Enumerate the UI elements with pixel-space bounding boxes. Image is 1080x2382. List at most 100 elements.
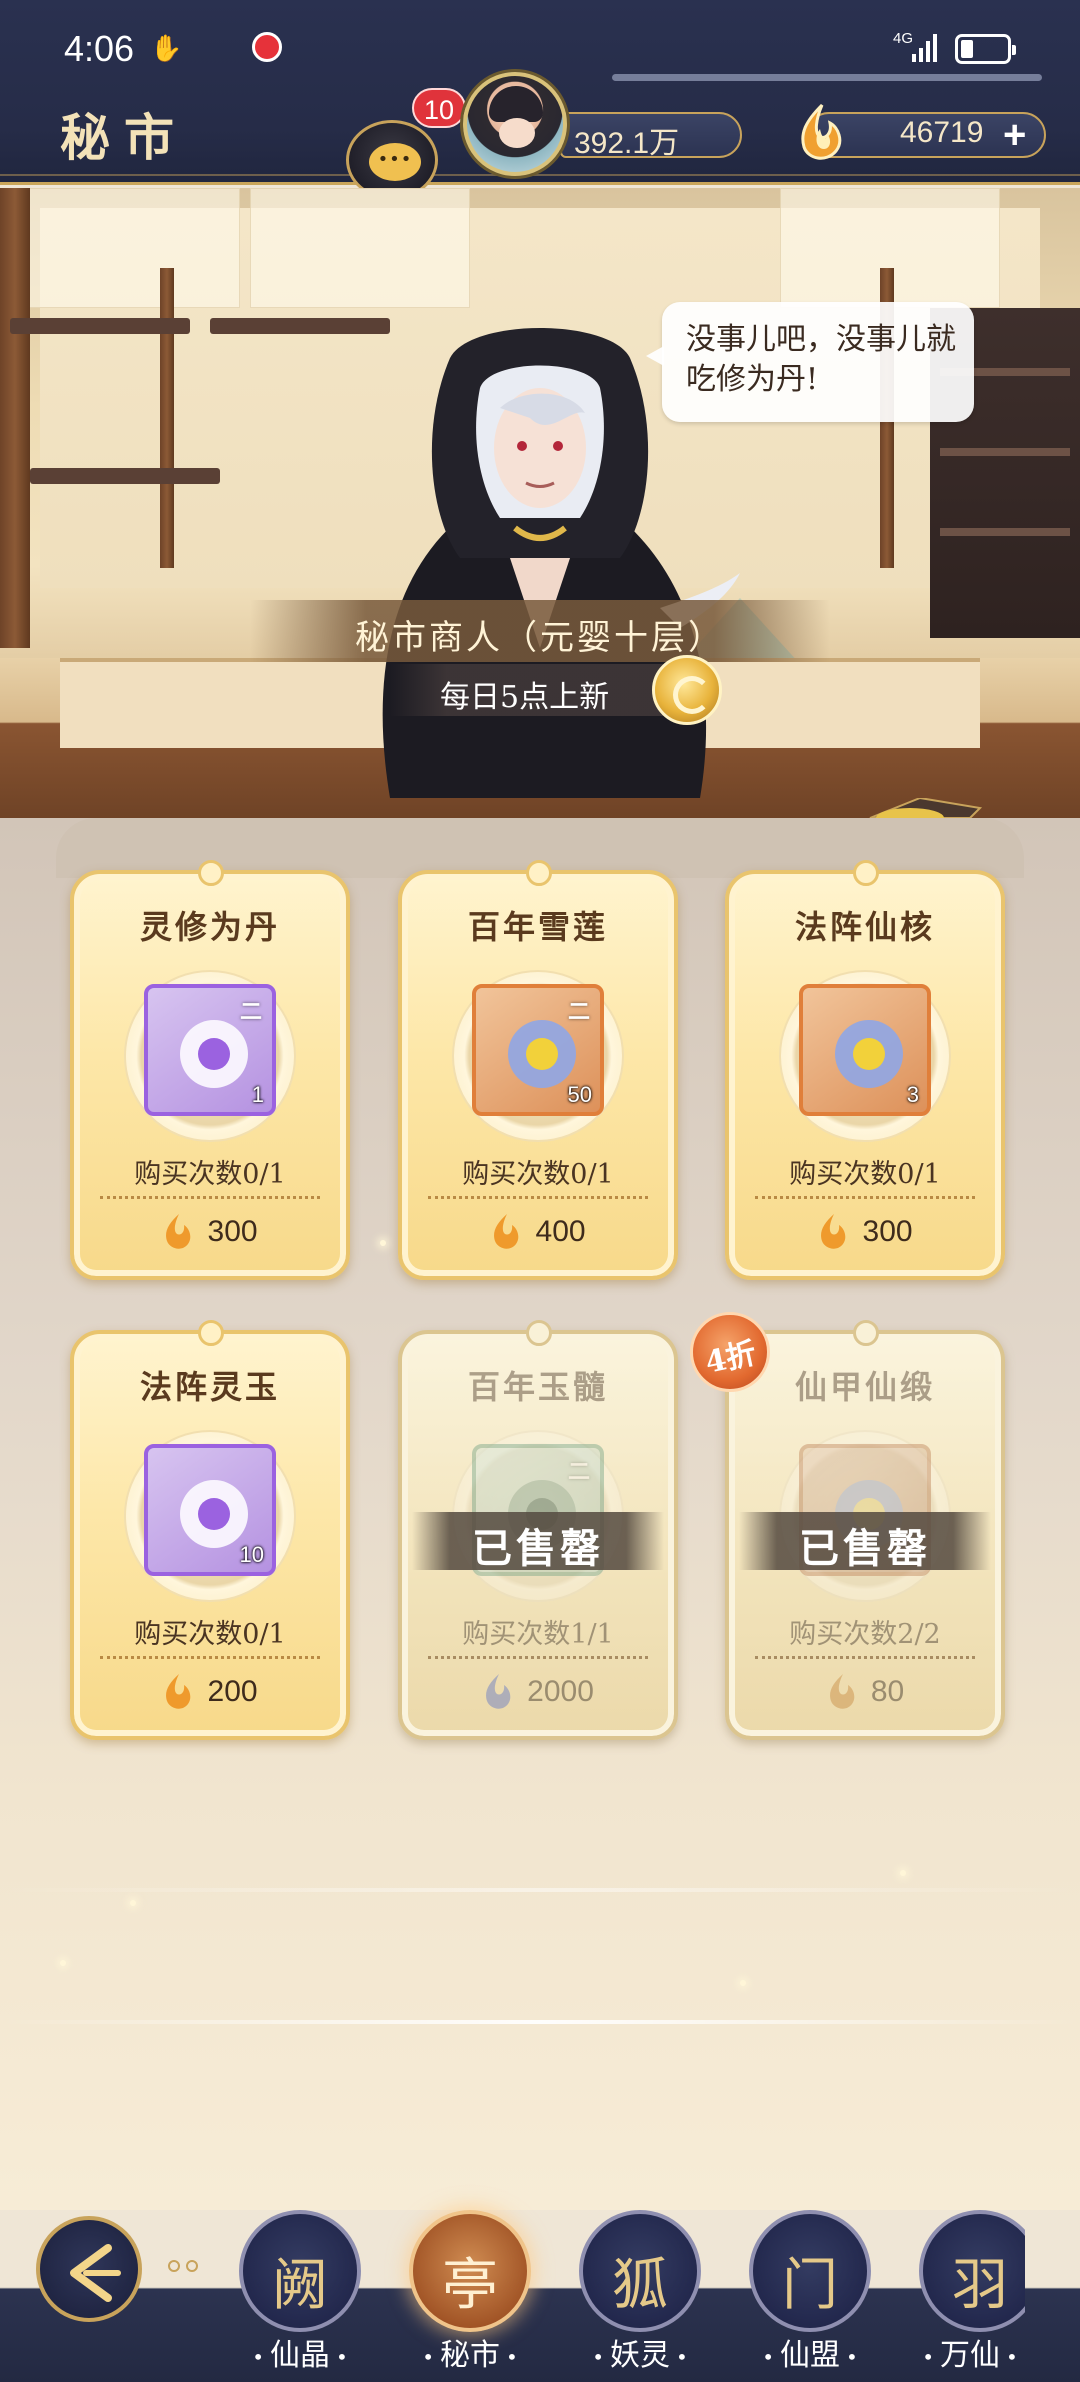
nav-glyph: 亭 xyxy=(442,2253,498,2318)
merchant-speech-bubble: 没事儿吧，没事儿就吃修为丹! xyxy=(646,302,974,422)
nav-item-1[interactable]: 亭 秘市 xyxy=(405,2210,535,2382)
back-button[interactable] xyxy=(36,2216,142,2322)
blue-flame-icon xyxy=(486,1674,511,1709)
purchase-count: 购买次数0/1 xyxy=(134,1619,286,1650)
item-price: 2000 xyxy=(527,1675,594,1708)
item-price: 400 xyxy=(535,1215,586,1248)
nav-glyph: 门 xyxy=(782,2253,838,2318)
treasure-chest xyxy=(869,798,983,818)
item-quantity: 50 xyxy=(567,1082,592,1107)
merchant-scene xyxy=(0,188,1080,818)
item-price: 80 xyxy=(870,1675,905,1708)
sold-out-band: 已售罄 xyxy=(412,1512,664,1572)
shop-item-card[interactable]: 仙甲仙缎 2 购买次数2/2 80 已售罄 xyxy=(725,1320,1005,1740)
card-divider xyxy=(755,1656,975,1659)
item-icon[interactable]: 10 xyxy=(144,1444,276,1576)
item-grade: 二 xyxy=(567,1459,590,1485)
combat-power-display: 392.1万 xyxy=(560,112,742,160)
nav-divider-dots xyxy=(168,2260,208,2272)
merchant-name-banner: 秘市商人（元婴十层） xyxy=(250,600,830,662)
back-arrow-icon xyxy=(70,2244,121,2302)
card-ornament xyxy=(198,1320,224,1346)
purchase-count: 购买次数0/1 xyxy=(462,1159,614,1190)
nav-glyph: 羽 xyxy=(952,2253,1008,2318)
price-row: 300 xyxy=(74,1212,346,1262)
item-price: 200 xyxy=(207,1675,258,1708)
nav-item-4[interactable]: 羽 万仙 xyxy=(915,2210,1025,2382)
add-currency-button[interactable]: + xyxy=(1003,113,1026,158)
card-ornament xyxy=(526,860,552,886)
item-name: 法阵灵玉 xyxy=(139,1368,280,1406)
item-icon[interactable]: 二 1 xyxy=(144,984,276,1116)
nav-label: 仙晶 xyxy=(225,2330,375,2374)
item-grade: 二 xyxy=(239,999,262,1025)
network-type: 4G xyxy=(893,30,914,47)
card-ornament xyxy=(198,860,224,886)
spirit-flame-icon xyxy=(166,1674,191,1709)
merchant-speech-text: 没事儿吧，没事儿就吃修为丹! xyxy=(686,322,956,397)
nav-icon: 阙 xyxy=(239,2210,361,2332)
item-price: 300 xyxy=(862,1215,913,1248)
nav-item-0[interactable]: 阙 仙晶 xyxy=(235,2210,365,2382)
shop-item-card[interactable]: 百年雪莲 二 50 购买次数0/1 400 xyxy=(398,860,678,1280)
spirit-flame-icon xyxy=(801,103,842,160)
chat-bubble-icon xyxy=(369,143,421,181)
refresh-note: 每日5点上新 xyxy=(440,680,610,715)
discount-badge: 4折 xyxy=(690,1312,770,1392)
item-icon[interactable]: 3 xyxy=(799,984,931,1116)
item-name: 百年玉髓 xyxy=(467,1368,608,1406)
nav-glyph: 阙 xyxy=(272,2253,328,2318)
nav-icon: 门 xyxy=(749,2210,871,2332)
card-ornament xyxy=(853,860,879,886)
decorative-glow xyxy=(0,2020,1080,2024)
card-divider xyxy=(100,1196,320,1199)
price-row: 200 xyxy=(74,1672,346,1722)
nav-item-3[interactable]: 门 仙盟 xyxy=(745,2210,875,2382)
purchase-count: 购买次数0/1 xyxy=(789,1159,941,1190)
chat-notification-badge: 10 xyxy=(412,88,466,128)
shop-item-card[interactable]: 百年玉髓 二 50 购买次数1/1 2000 已售罄 xyxy=(398,1320,678,1740)
spirit-flame-icon xyxy=(829,1674,855,1709)
nav-icon: 羽 xyxy=(919,2210,1025,2332)
battery-icon xyxy=(955,34,1016,64)
item-quantity: 1 xyxy=(251,1082,264,1107)
item-icon[interactable]: 二 50 xyxy=(472,984,604,1116)
item-grade: 二 xyxy=(567,999,590,1025)
nav-label: 仙盟 xyxy=(735,2330,885,2374)
spirit-flame-icon xyxy=(821,1214,846,1249)
item-price: 300 xyxy=(207,1215,258,1248)
price-row: 2000 xyxy=(402,1672,674,1722)
spirit-flame-icon xyxy=(494,1214,519,1249)
nav-icon: 亭 xyxy=(409,2210,531,2332)
card-divider xyxy=(100,1656,320,1659)
recording-dot-icon xyxy=(252,32,282,62)
shop-item-card[interactable]: 法阵仙核 3 购买次数0/1 300 xyxy=(725,860,1005,1280)
shop-item-card[interactable]: 法阵灵玉 10 购买次数0/1 200 xyxy=(70,1320,350,1740)
item-name: 法阵仙核 xyxy=(794,908,935,946)
nav-item-2[interactable]: 狐 妖灵 xyxy=(575,2210,705,2382)
purchase-count: 购买次数0/1 xyxy=(134,1159,286,1190)
card-ornament xyxy=(526,1320,552,1346)
status-time: 4:06 xyxy=(64,28,135,69)
decorative-glow xyxy=(0,1888,1080,1892)
merchant-name: 秘市商人（元婴十层） xyxy=(355,618,725,658)
nav-label: 秘市 xyxy=(395,2330,545,2374)
sold-out-label: 已售罄 xyxy=(799,1525,931,1572)
purchase-count: 购买次数1/1 xyxy=(462,1619,614,1650)
item-name: 百年雪莲 xyxy=(467,908,608,946)
player-avatar[interactable] xyxy=(463,72,567,176)
price-row: 300 xyxy=(729,1212,1001,1262)
shop-item-card[interactable]: 灵修为丹 二 1 购买次数0/1 300 xyxy=(70,860,350,1280)
discount-text: 4折 xyxy=(702,1336,760,1381)
sold-out-label: 已售罄 xyxy=(472,1525,604,1572)
purchase-count: 购买次数2/2 xyxy=(789,1619,941,1650)
price-row: 400 xyxy=(402,1212,674,1262)
card-divider xyxy=(428,1656,648,1659)
nav-glyph: 狐 xyxy=(612,2253,668,2318)
refresh-button[interactable] xyxy=(652,655,722,725)
nav-label: 万仙 xyxy=(915,2330,1025,2374)
gesture-hand-icon: ✋ xyxy=(150,34,183,64)
item-artwork xyxy=(835,1020,903,1088)
item-name: 灵修为丹 xyxy=(139,908,280,946)
item-quantity: 10 xyxy=(239,1542,264,1567)
